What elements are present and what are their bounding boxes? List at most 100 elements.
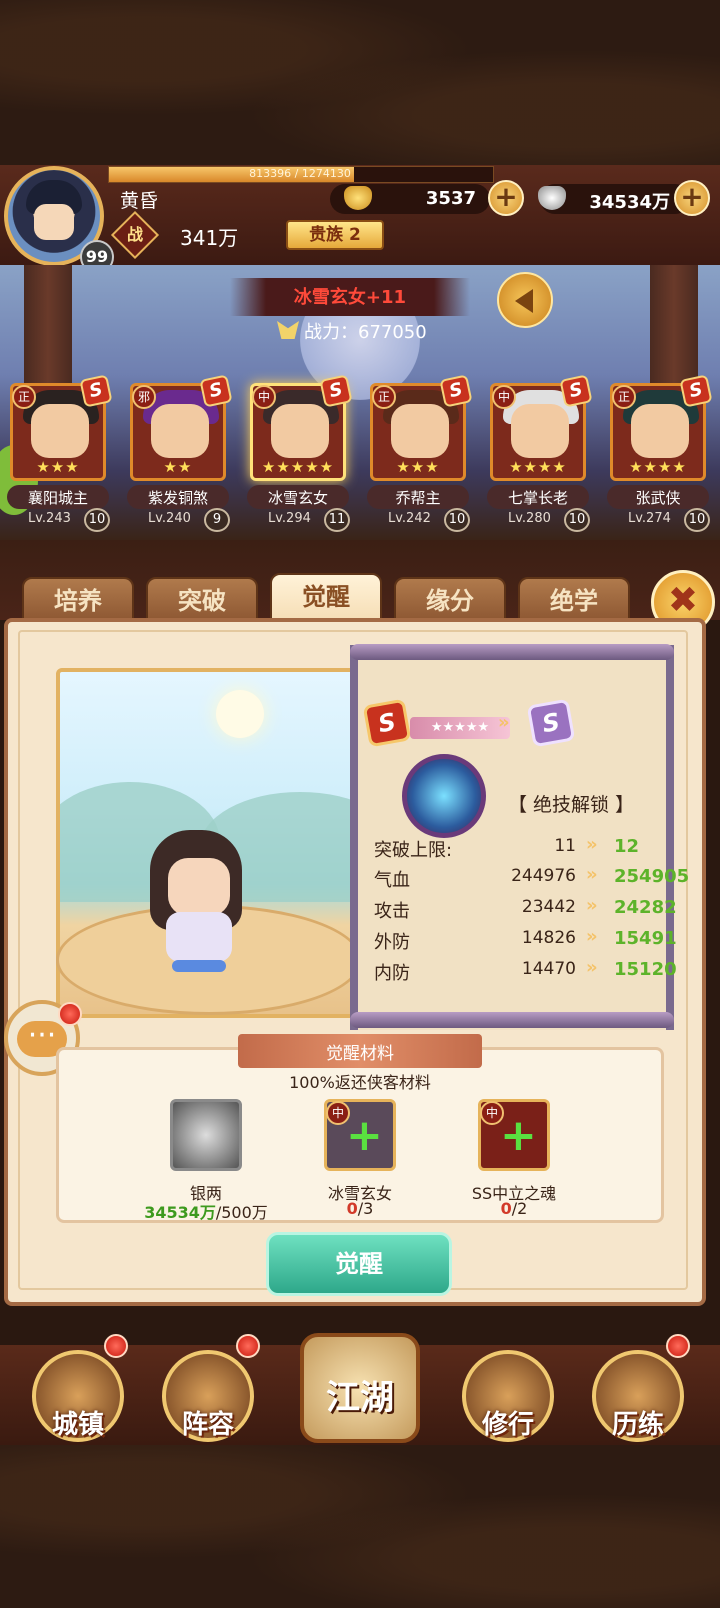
awaken-button[interactable]: 觉醒	[266, 1232, 452, 1296]
hero-rank-badge: 10	[444, 508, 470, 532]
hero-rank-badge: 11	[324, 508, 350, 532]
material-have: 0	[500, 1199, 512, 1218]
material-have: 0	[346, 1199, 358, 1218]
hero-level: Lv.274	[628, 511, 671, 526]
soul-material-plus-icon: +	[500, 1110, 537, 1161]
hero-name: 冰雪玄女	[267, 489, 328, 507]
stat-next: 15491	[614, 928, 677, 949]
hero-portrait	[511, 404, 569, 458]
hero-stars: ★★★★	[509, 458, 567, 476]
stat-row: 内防 14470 » 15120	[366, 955, 677, 985]
hero-name: 七掌长老	[507, 489, 568, 507]
hero-level: Lv.294	[268, 511, 311, 526]
hero-rank-badge: 10	[84, 508, 110, 532]
grade-arrow-icon: »	[498, 712, 510, 733]
hero-name: 乔帮主	[395, 489, 441, 507]
hero-portrait	[31, 404, 89, 458]
grade-next-icon: S	[526, 698, 576, 748]
material-count: 0/3	[280, 1199, 440, 1218]
hero-faction-badge: 正	[612, 385, 636, 409]
hero-level: Lv.240	[148, 511, 191, 526]
chat-notification-dot	[58, 1002, 82, 1026]
hero-level: Lv.243	[28, 511, 71, 526]
noble-badge[interactable]: 贵族 2	[286, 220, 384, 250]
add-gold-button[interactable]: +	[488, 180, 524, 216]
hero-name: 襄阳城主	[27, 489, 88, 507]
star-ribbon: ★★★★★	[410, 717, 510, 739]
nav-lineup-label: 阵容	[181, 1410, 234, 1440]
hero-grade-icon: S	[319, 374, 353, 408]
hero-rank-badge: 10	[564, 508, 590, 532]
stat-current: 14826	[521, 928, 576, 948]
material-count: 34534万/500万	[126, 1199, 286, 1223]
materials-subtitle: 100%返还侠客材料	[289, 1073, 431, 1092]
hero-faction-badge: 中	[492, 385, 516, 409]
hero-stars: ★★	[163, 458, 193, 476]
material-count: 0/2	[434, 1199, 594, 1218]
hero-stars: ★★★★★	[261, 458, 335, 476]
nav-cultivate-label: 修行	[481, 1410, 534, 1440]
grade-current-icon: S	[362, 698, 412, 748]
scroll-rod-bottom	[350, 1012, 674, 1028]
hero-portrait	[391, 404, 449, 458]
hero-grade-icon: S	[679, 374, 713, 408]
stat-current: 11	[554, 836, 576, 856]
power-tag: 战	[126, 225, 143, 244]
hero-faction-badge: 中	[252, 385, 276, 409]
hero-level: Lv.242	[388, 511, 431, 526]
sound-icon[interactable]	[497, 272, 553, 328]
stat-next: 254905	[614, 866, 690, 887]
stat-current: 14470	[521, 959, 576, 979]
materials-title: 觉醒材料	[326, 1044, 394, 1064]
nav-jianghu-label: 江湖	[326, 1378, 394, 1418]
hero-portrait	[271, 404, 329, 458]
hero-rank-badge: 9	[204, 508, 230, 532]
hero-faction-badge: 正	[12, 385, 36, 409]
hero-stars: ★★★	[36, 458, 80, 476]
stat-current: 23442	[521, 897, 576, 917]
hero-stars: ★★★	[396, 458, 440, 476]
hero-rank-badge: 10	[684, 508, 710, 532]
nav-town-dot	[104, 1334, 128, 1358]
silver-material-icon[interactable]	[170, 1099, 242, 1171]
hero-faction-badge: 邪	[132, 385, 156, 409]
skill-icon[interactable]	[402, 754, 486, 838]
skill-unlock-text: 【 绝技解锁 】	[508, 794, 635, 816]
stat-row: 外防 14826 » 15491	[366, 924, 677, 954]
hero-face	[168, 858, 230, 916]
scroll-rod-top	[350, 644, 674, 660]
hero-body	[166, 912, 232, 962]
bottom-background	[0, 1445, 720, 1608]
nav-lineup-dot	[236, 1334, 260, 1358]
stat-label: 攻击	[374, 901, 410, 922]
hero-name: 张武侠	[635, 489, 681, 507]
stat-label: 突破上限:	[374, 840, 453, 861]
stat-arrow-icon: »	[586, 957, 598, 978]
hero-grade-icon: S	[559, 374, 593, 408]
stat-next: 12	[614, 836, 640, 857]
sun-decoration	[216, 690, 264, 738]
stat-next: 15120	[614, 959, 677, 980]
hero-grade-icon: S	[199, 374, 233, 408]
material-have: 34534万	[144, 1203, 216, 1222]
stat-arrow-icon: »	[586, 926, 598, 947]
stat-label: 内防	[374, 963, 410, 984]
material-need: /3	[357, 1199, 374, 1218]
player-name: 黄昏	[120, 190, 159, 212]
hero-stars: ★★★★	[629, 458, 687, 476]
hero-name: 紫发铜煞	[147, 489, 208, 507]
stat-arrow-icon: »	[586, 895, 598, 916]
hero-level: Lv.280	[508, 511, 551, 526]
avatar-face	[34, 204, 74, 240]
silver-value: 34534万	[589, 192, 670, 213]
stat-current: 244976	[511, 866, 576, 886]
player-power: 341万	[180, 226, 239, 250]
exp-text: 813396 / 1274130	[249, 167, 351, 180]
hero-portrait	[631, 404, 689, 458]
nav-trial-label: 历练	[611, 1410, 664, 1440]
add-silver-button[interactable]: +	[674, 180, 710, 216]
hero-portrait	[151, 404, 209, 458]
hero-material-plus-icon: +	[346, 1110, 383, 1161]
stat-arrow-icon: »	[586, 864, 598, 885]
gold-value: 3537	[425, 188, 476, 209]
